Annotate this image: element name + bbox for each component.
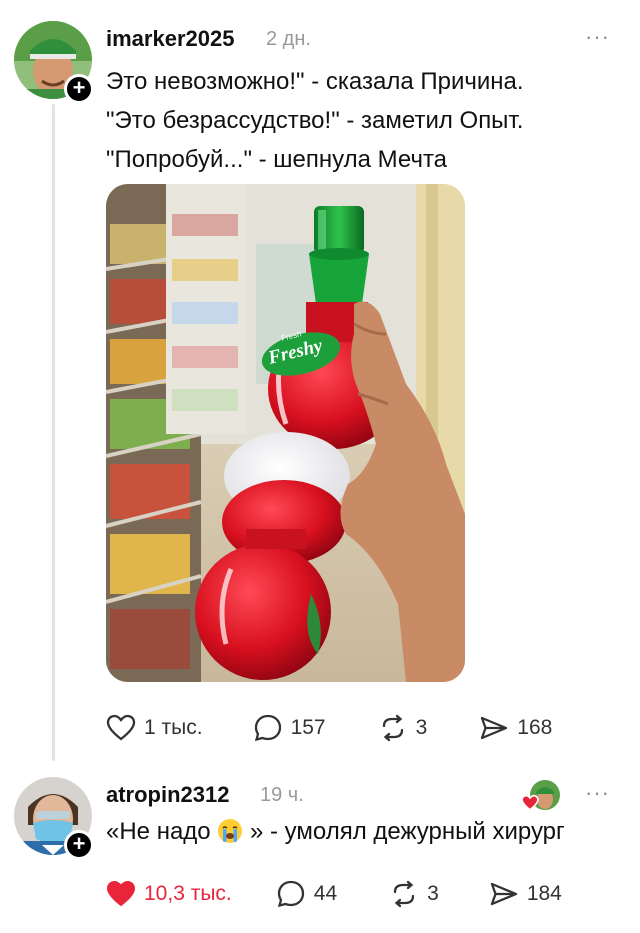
reply-timestamp: 19 ч. [260, 784, 304, 806]
share-button[interactable]: 168 [479, 713, 552, 743]
thread-line [52, 104, 55, 761]
share-count: 168 [517, 716, 553, 739]
crying-face-emoji-icon [218, 819, 243, 843]
comment-icon [277, 880, 304, 908]
send-icon [481, 716, 508, 740]
reply-text-start: «Не надо [106, 818, 211, 845]
reply-follow-button[interactable]: + [64, 830, 94, 860]
heart-filled-icon [106, 880, 136, 907]
post-text: Это невозможно!" - сказала Причина. "Это… [106, 62, 626, 179]
post-image[interactable]: Fresh Freshy [106, 184, 465, 682]
reply-actions: 10,3 тыс. 44 3 184 [106, 877, 562, 911]
reply-share-button[interactable]: 184 [489, 879, 562, 909]
post-text-line: "Это безрассудство!" - заметил Опыт. [106, 107, 524, 134]
repost-icon [382, 714, 403, 742]
reply-like-count: 10,3 тыс. [144, 882, 232, 905]
repost-count: 3 [415, 716, 428, 739]
reply-like-button[interactable]: 10,3 тыс. [106, 879, 232, 909]
reply-share-count: 184 [526, 882, 562, 905]
reply-more-options-icon[interactable]: ··· [585, 780, 610, 806]
like-count: 1 тыс. [144, 716, 203, 739]
post-text-line: Это невозможно!" - сказала Причина. [106, 68, 524, 95]
reply-comment-button[interactable]: 44 [276, 879, 337, 909]
repost-icon [393, 880, 415, 908]
reply-repost-count: 3 [427, 882, 439, 905]
post-text-line: "Попробуй..." - шепнула Мечта [106, 146, 448, 173]
reply-text-end: » - умолял дежурный хирург [250, 818, 565, 845]
reply-text: «Не надо » - умолял дежурный хирург [106, 818, 565, 846]
username[interactable]: imarker2025 [106, 26, 234, 52]
reply-username[interactable]: atropin2312 [106, 782, 230, 808]
comment-button[interactable]: 157 [253, 713, 326, 743]
reply-comment-count: 44 [313, 882, 338, 905]
comment-icon [254, 714, 281, 742]
comment-count: 157 [290, 716, 326, 739]
post-actions: 1 тыс. 157 3 168 [106, 711, 552, 745]
reply-repost-button[interactable]: 3 [389, 879, 439, 909]
like-button[interactable]: 1 тыс. [106, 713, 203, 743]
repost-button[interactable]: 3 [378, 713, 428, 743]
heart-icon [106, 714, 136, 741]
liked-by-author-heart-icon [521, 794, 539, 811]
send-icon [490, 882, 517, 906]
follow-button[interactable]: + [64, 74, 94, 104]
more-options-icon[interactable]: ··· [585, 24, 610, 50]
timestamp: 2 дн. [266, 28, 311, 50]
